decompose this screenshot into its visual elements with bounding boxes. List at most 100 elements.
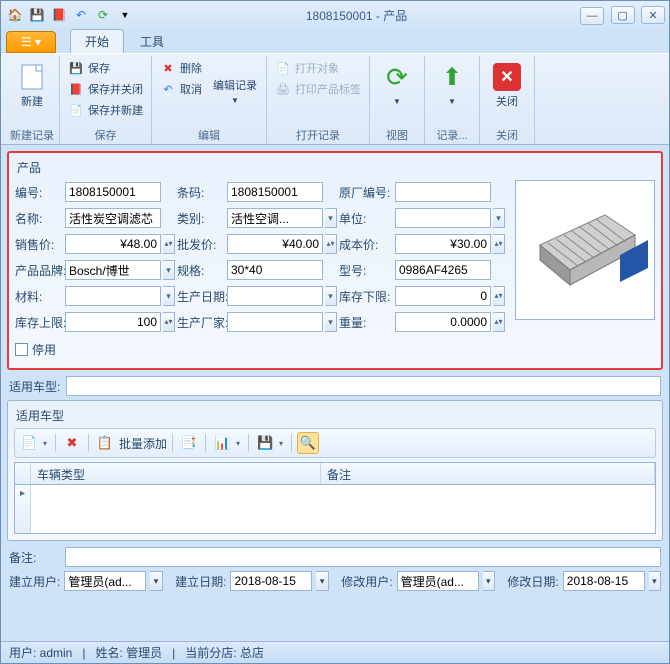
save-grid-button[interactable]: 💾▾ [254, 432, 286, 454]
status-name: 姓名: 管理员 [95, 644, 162, 661]
prod-date-field[interactable] [227, 286, 323, 306]
disabled-checkbox[interactable] [15, 343, 28, 356]
prod-date-dropdown[interactable]: ▾ [325, 286, 337, 306]
min-stock-field[interactable] [395, 286, 491, 306]
mod-date-dropdown[interactable]: ▾ [649, 571, 661, 591]
code-field[interactable] [65, 182, 161, 202]
ribbon-group-edit: ✖删除 ↶取消 编辑记录 ▼ 编辑 [152, 56, 267, 144]
statusbar: 用户: admin | 姓名: 管理员 | 当前分店: 总店 [1, 641, 669, 663]
delete-row-button[interactable]: ✖ [61, 432, 83, 454]
save-close-button[interactable]: 📕保存并关闭 [64, 79, 147, 99]
product-panel-title: 产品 [15, 157, 655, 180]
refresh-icon: ⟳ [381, 61, 413, 93]
filter-image-icon [520, 200, 650, 300]
note-field[interactable] [65, 547, 661, 567]
open-icon: 📄 [275, 60, 291, 76]
maximize-button[interactable]: ▢ [611, 6, 635, 24]
save-button[interactable]: 💾保存 [64, 58, 147, 78]
unit-dropdown[interactable]: ▾ [493, 208, 505, 228]
ribbon-group-close: ✕ 关闭 关闭 [480, 56, 535, 144]
max-stock-spinner[interactable]: ▴▾ [163, 312, 175, 332]
qat-refresh-icon[interactable]: ⟳ [93, 5, 113, 25]
ribbon-tabstrip: ☰ ▾ 开始 工具 [1, 29, 669, 53]
sale-price-field[interactable] [65, 234, 161, 254]
view-refresh-button[interactable]: ⟳ ▼ [374, 58, 420, 111]
save-close-icon: 📕 [68, 81, 84, 97]
delete-button[interactable]: ✖删除 [156, 58, 206, 78]
sale-spinner[interactable]: ▴▾ [163, 234, 175, 254]
mod-user-field[interactable] [397, 571, 479, 591]
row-indicator: ▸ [15, 485, 31, 533]
copy-button[interactable]: 📑 [178, 432, 200, 454]
app-menu-button[interactable]: ☰ ▾ [6, 31, 56, 53]
unit-field[interactable] [395, 208, 491, 228]
open-object-button: 📄打开对象 [271, 58, 365, 78]
product-fields: 编号: 条码: 原厂编号: 名称: 类别:▾ 单位:▾ 销售价:▴▾ 批发价:▴… [15, 180, 507, 360]
qat-dropdown-icon[interactable]: ▼ [115, 5, 135, 25]
factory-dropdown[interactable]: ▾ [325, 312, 337, 332]
ribbon-group-view: ⟳ ▼ 视图 [370, 56, 425, 144]
edit-record-button[interactable]: 编辑记录 ▼ [208, 58, 262, 110]
barcode-field[interactable] [227, 182, 323, 202]
tab-tools[interactable]: 工具 [126, 30, 178, 53]
new-button[interactable]: 新建 [9, 58, 55, 111]
oem-field[interactable] [395, 182, 491, 202]
cancel-button[interactable]: ↶取消 [156, 79, 206, 99]
brand-dropdown[interactable]: ▾ [163, 260, 175, 280]
save-new-button[interactable]: 📄保存并新建 [64, 100, 147, 120]
batch-add-icon[interactable]: 📋 [94, 432, 116, 454]
app-icon[interactable]: 🏠 [5, 5, 25, 25]
cost-spinner[interactable]: ▴▾ [493, 234, 505, 254]
empty-grid-area[interactable] [31, 485, 655, 533]
weight-spinner[interactable]: ▴▾ [493, 312, 505, 332]
spec-field[interactable] [227, 260, 323, 280]
weight-field[interactable] [395, 312, 491, 332]
close-window-button[interactable]: ✕ [641, 6, 665, 24]
tab-start[interactable]: 开始 [70, 29, 124, 53]
qat-save-icon[interactable]: 💾 [27, 5, 47, 25]
mod-date-field[interactable] [563, 571, 645, 591]
chevron-down-icon: ▼ [448, 96, 456, 108]
create-user-dropdown[interactable]: ▾ [150, 571, 162, 591]
close-button[interactable]: ✕ 关闭 [484, 58, 530, 111]
window-title: 1808150001 - 产品 [135, 7, 578, 24]
material-field[interactable] [65, 286, 161, 306]
col-vehicle-type[interactable]: 车辆类型 [31, 463, 321, 484]
ribbon-group-record: ⬆ ▼ 记录... [425, 56, 480, 144]
export-button[interactable]: 📊▾ [211, 432, 243, 454]
batch-add-button[interactable]: 批量添加 [119, 435, 167, 452]
save-icon: 💾 [68, 60, 84, 76]
search-toggle-button[interactable]: 🔍 [297, 432, 319, 454]
mod-user-dropdown[interactable]: ▾ [483, 571, 495, 591]
titlebar: 🏠 💾 📕 ↶ ⟳ ▼ 1808150001 - 产品 ― ▢ ✕ [1, 1, 669, 29]
ribbon-group-open: 📄打开对象 🖨打印产品标签 打开记录 [267, 56, 370, 144]
minimize-button[interactable]: ― [580, 7, 604, 25]
record-nav-button[interactable]: ⬆ ▼ [429, 58, 475, 111]
wholesale-spinner[interactable]: ▴▾ [325, 234, 337, 254]
col-note[interactable]: 备注 [321, 463, 655, 484]
wholesale-price-field[interactable] [227, 234, 323, 254]
applicable-field[interactable] [66, 376, 661, 396]
ribbon-group-save: 💾保存 📕保存并关闭 📄保存并新建 保存 [60, 56, 152, 144]
create-date-field[interactable] [230, 571, 312, 591]
max-stock-field[interactable] [65, 312, 161, 332]
qat-saveclose-icon[interactable]: 📕 [49, 5, 69, 25]
min-stock-spinner[interactable]: ▴▾ [493, 286, 505, 306]
brand-field[interactable] [65, 260, 161, 280]
model-field[interactable] [395, 260, 491, 280]
new-row-button[interactable]: 📄▾ [18, 432, 50, 454]
qat-undo-icon[interactable]: ↶ [71, 5, 91, 25]
name-field[interactable] [65, 208, 161, 228]
category-field[interactable] [227, 208, 323, 228]
cancel-icon: ↶ [160, 81, 176, 97]
new-icon [16, 61, 48, 93]
cost-price-field[interactable] [395, 234, 491, 254]
ribbon-group-new: 新建 新建记录 [5, 56, 60, 144]
category-dropdown[interactable]: ▾ [325, 208, 337, 228]
factory-field[interactable] [227, 312, 323, 332]
material-dropdown[interactable]: ▾ [163, 286, 175, 306]
create-date-dropdown[interactable]: ▾ [316, 571, 328, 591]
product-image[interactable] [515, 180, 655, 320]
create-user-field[interactable] [64, 571, 146, 591]
applicable-row: 适用车型: [9, 376, 661, 396]
